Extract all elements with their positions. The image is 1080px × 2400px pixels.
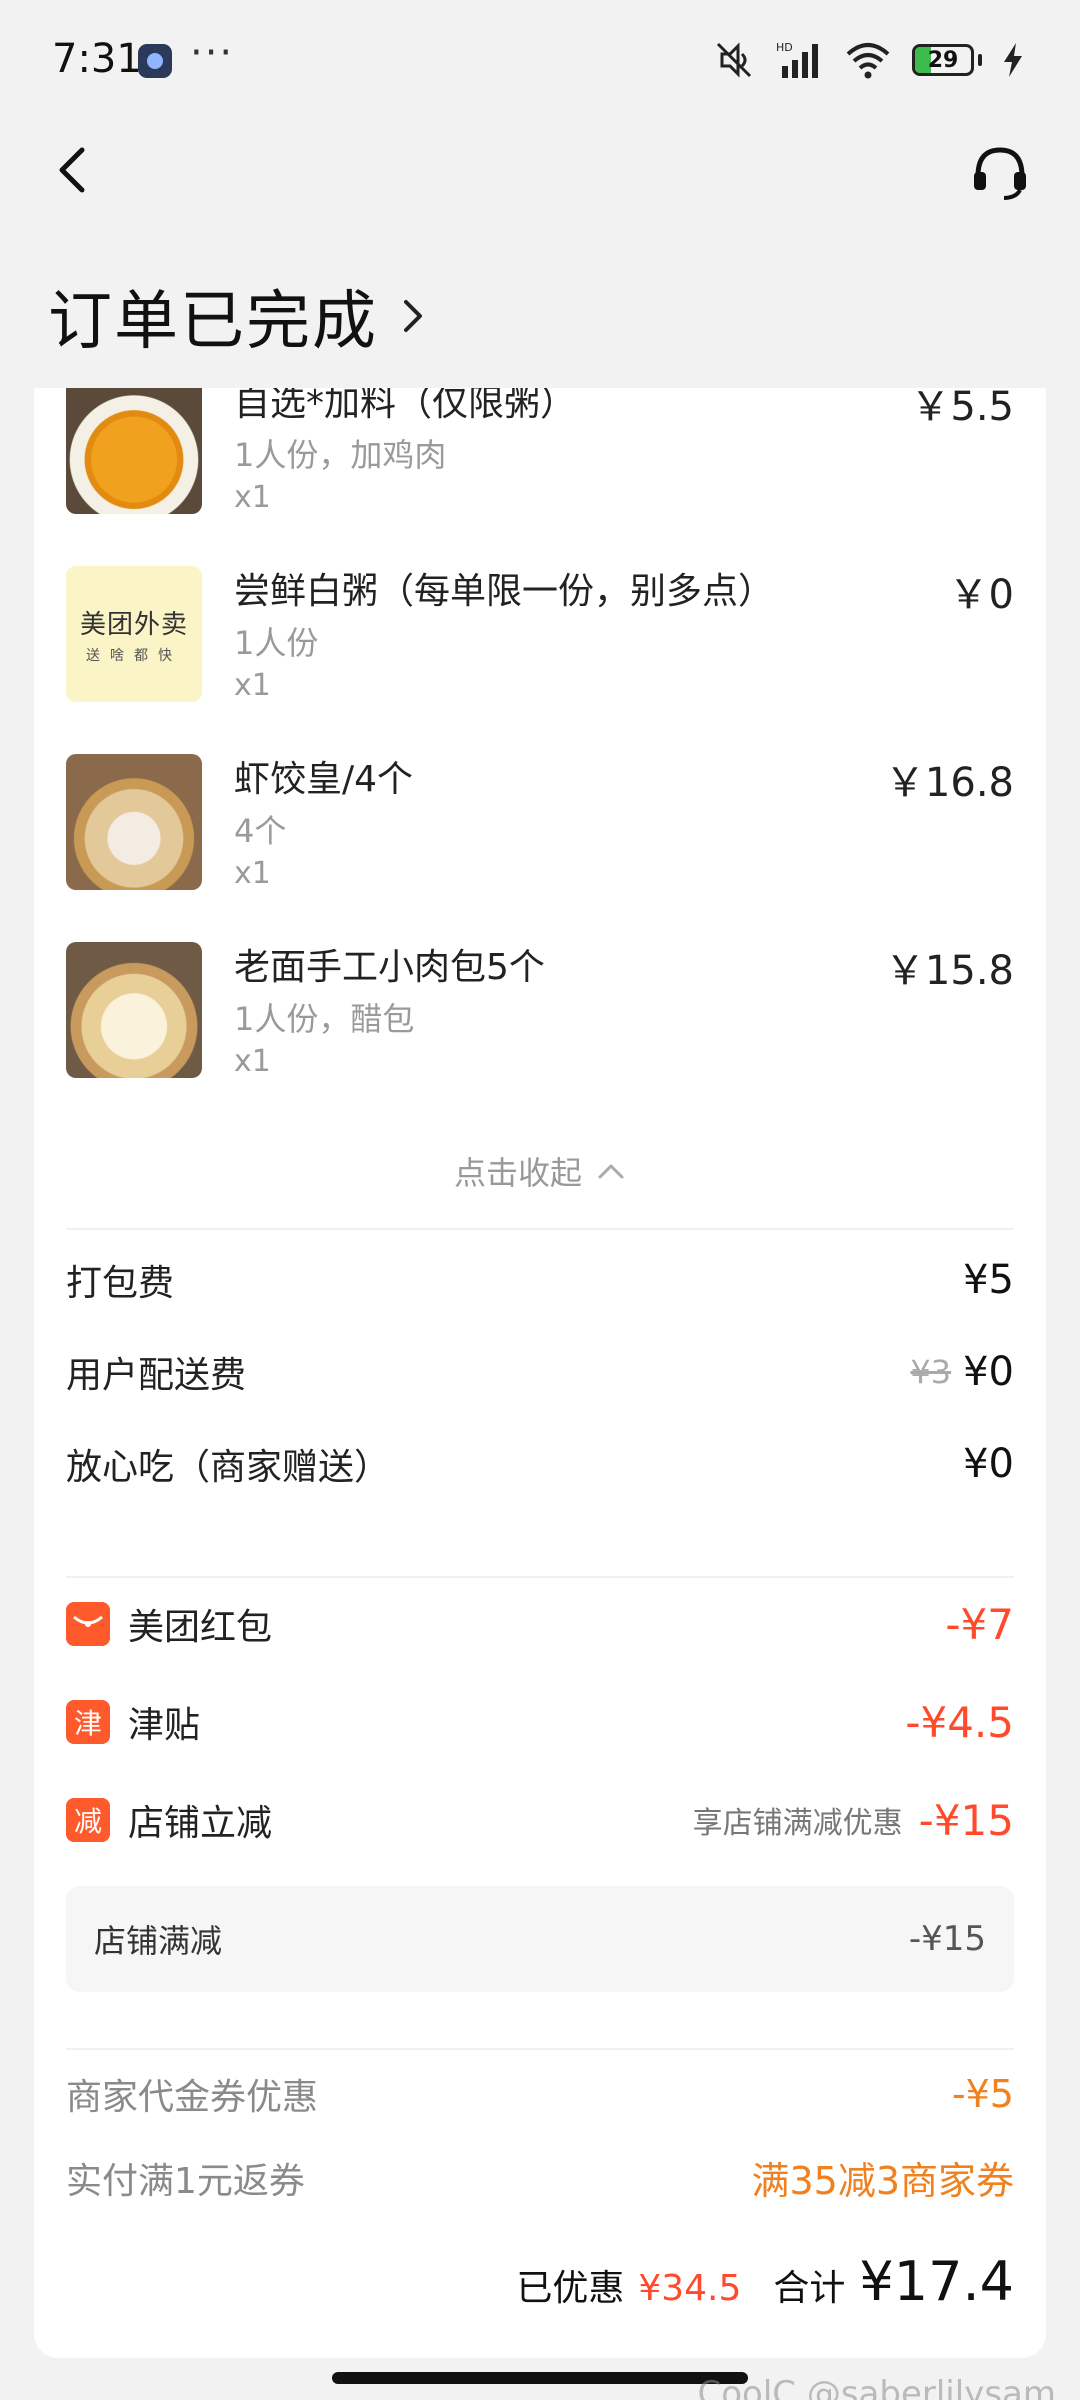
collapse-label: 点击收起 xyxy=(453,1154,582,1192)
item-spec: 1人份，加鸡肉 xyxy=(234,436,447,474)
divider xyxy=(66,1228,1014,1230)
fee-label: 用户配送费 xyxy=(66,1355,247,1396)
fee-label: 放心吃（商家赠送） xyxy=(66,1447,391,1488)
discount-value: -¥7 xyxy=(945,1599,1014,1649)
headset-icon[interactable] xyxy=(968,140,1032,204)
meituan-logo-text: 美团外卖 xyxy=(79,609,188,640)
item-price: ￥15.8 xyxy=(884,948,1014,994)
item-thumbnail: 美团外卖 送啥都快 xyxy=(66,566,202,702)
item-price: ￥16.8 xyxy=(884,760,1014,806)
discount-label: 店铺立减 xyxy=(128,1803,273,1844)
chevron-up-icon xyxy=(598,1164,624,1179)
app-notification-icon xyxy=(138,44,172,78)
saved-label: 已优惠 xyxy=(516,2268,625,2309)
discount-value: -¥15 xyxy=(918,1795,1014,1845)
total-label: 合计 xyxy=(773,2268,846,2309)
list-item[interactable]: 虾饺皇/4个 4个 x1 ￥16.8 xyxy=(66,750,1014,938)
rebate-row[interactable]: 实付满1元返券 满35减3商家券 xyxy=(66,2150,1014,2205)
mute-icon xyxy=(716,42,752,78)
fee-label: 打包费 xyxy=(66,1263,175,1304)
extra-value: -¥5 xyxy=(951,2072,1014,2116)
store-discount-row: 减 店铺立减 享店铺满减优惠 -¥15 xyxy=(66,1794,1014,1846)
network-label: HD xyxy=(776,41,793,54)
detail-value: -¥15 xyxy=(908,1919,986,1959)
fee-value: ¥5 xyxy=(963,1257,1014,1303)
item-name: 自选*加料（仅限粥） xyxy=(234,388,577,424)
home-indicator[interactable] xyxy=(332,2372,748,2384)
total-value: ¥17.4 xyxy=(859,2250,1014,2313)
item-spec: 1人份，醋包 xyxy=(234,1000,415,1038)
watermark: CoolC @saberlilysam xyxy=(697,2374,1057,2400)
item-qty: x1 xyxy=(234,668,271,703)
item-name: 虾饺皇/4个 xyxy=(234,759,414,800)
fee-value: ¥0 xyxy=(963,1441,1014,1487)
back-arrow-icon[interactable] xyxy=(50,140,94,200)
item-thumbnail xyxy=(66,942,202,1078)
worry-free-row: 放心吃（商家赠送） ¥0 xyxy=(66,1438,1014,1490)
discount-value: -¥4.5 xyxy=(905,1697,1014,1747)
discount-note: 享店铺满减优惠 xyxy=(692,1806,903,1841)
divider xyxy=(66,1576,1014,1578)
order-status-header[interactable]: 订单已完成 xyxy=(48,270,428,362)
saved-value: ¥34.5 xyxy=(638,2268,742,2309)
extra-label: 商家代金券优惠 xyxy=(66,2077,319,2118)
red-packet-icon xyxy=(66,1602,110,1646)
item-name: 尝鲜白粥（每单限一份，别多点） xyxy=(234,571,775,612)
store-discount-icon: 减 xyxy=(66,1798,110,1842)
status-bar: 7:31 ··· HD 29 xyxy=(0,0,1080,120)
discount-label: 津贴 xyxy=(128,1705,201,1746)
item-spec: 4个 xyxy=(234,812,287,850)
item-name: 老面手工小肉包5个 xyxy=(234,947,545,988)
more-notifications-icon: ··· xyxy=(190,30,235,76)
item-qty: x1 xyxy=(234,1044,271,1079)
item-price: ￥5.5 xyxy=(910,388,1014,430)
red-packet-row: 美团红包 -¥7 xyxy=(66,1598,1014,1650)
item-thumbnail xyxy=(66,754,202,890)
original-fee: ¥3 xyxy=(910,1353,952,1391)
store-discount-detail: 店铺满减 -¥15 xyxy=(66,1886,1014,1992)
item-qty: x1 xyxy=(234,856,271,891)
order-detail-card: 自选*加料（仅限粥） 1人份，加鸡肉 x1 ￥5.5 美团外卖 送啥都快 尝鲜白… xyxy=(34,388,1046,2358)
item-thumbnail xyxy=(66,388,202,514)
wifi-icon xyxy=(846,43,890,79)
item-spec: 1人份 xyxy=(234,624,319,662)
item-qty: x1 xyxy=(234,480,271,515)
status-time: 7:31 xyxy=(52,36,142,82)
collapse-button[interactable]: 点击收起 xyxy=(34,1148,1046,1194)
order-total: 已优惠 ¥34.5 合计 ¥17.4 xyxy=(516,2250,1014,2313)
cell-signal-icon: HD xyxy=(776,41,818,78)
item-price: ￥0 xyxy=(948,572,1014,618)
battery-icon: 29 xyxy=(912,44,982,76)
extra-label: 实付满1元返券 xyxy=(66,2160,305,2202)
divider xyxy=(66,2048,1014,2050)
subsidy-row: 津 津贴 -¥4.5 xyxy=(66,1696,1014,1748)
voucher-row: 商家代金券优惠 -¥5 xyxy=(66,2068,1014,2120)
list-item[interactable]: 美团外卖 送啥都快 尝鲜白粥（每单限一份，别多点） 1人份 x1 ￥0 xyxy=(66,562,1014,750)
detail-label: 店铺满减 xyxy=(94,1922,223,1960)
discount-label: 美团红包 xyxy=(128,1607,273,1648)
packing-fee-row: 打包费 ¥5 xyxy=(66,1254,1014,1306)
charging-icon xyxy=(1004,43,1022,77)
chevron-right-icon xyxy=(404,300,422,332)
meituan-logo-slogan: 送啥都快 xyxy=(86,647,182,664)
page-title: 订单已完成 xyxy=(48,285,378,359)
subsidy-icon: 津 xyxy=(66,1700,110,1744)
battery-level: 29 xyxy=(927,47,959,73)
list-item[interactable]: 自选*加料（仅限粥） 1人份，加鸡肉 x1 ￥5.5 xyxy=(66,388,1014,562)
order-item-list: 自选*加料（仅限粥） 1人份，加鸡肉 x1 ￥5.5 美团外卖 送啥都快 尝鲜白… xyxy=(66,388,1014,1126)
fee-value: ¥0 xyxy=(963,1349,1014,1395)
rebate-coupon-link[interactable]: 满35减3商家券 xyxy=(751,2150,1014,2205)
delivery-fee-row: 用户配送费 ¥3 ¥0 xyxy=(66,1346,1014,1398)
list-item[interactable]: 老面手工小肉包5个 1人份，醋包 x1 ￥15.8 xyxy=(66,938,1014,1126)
